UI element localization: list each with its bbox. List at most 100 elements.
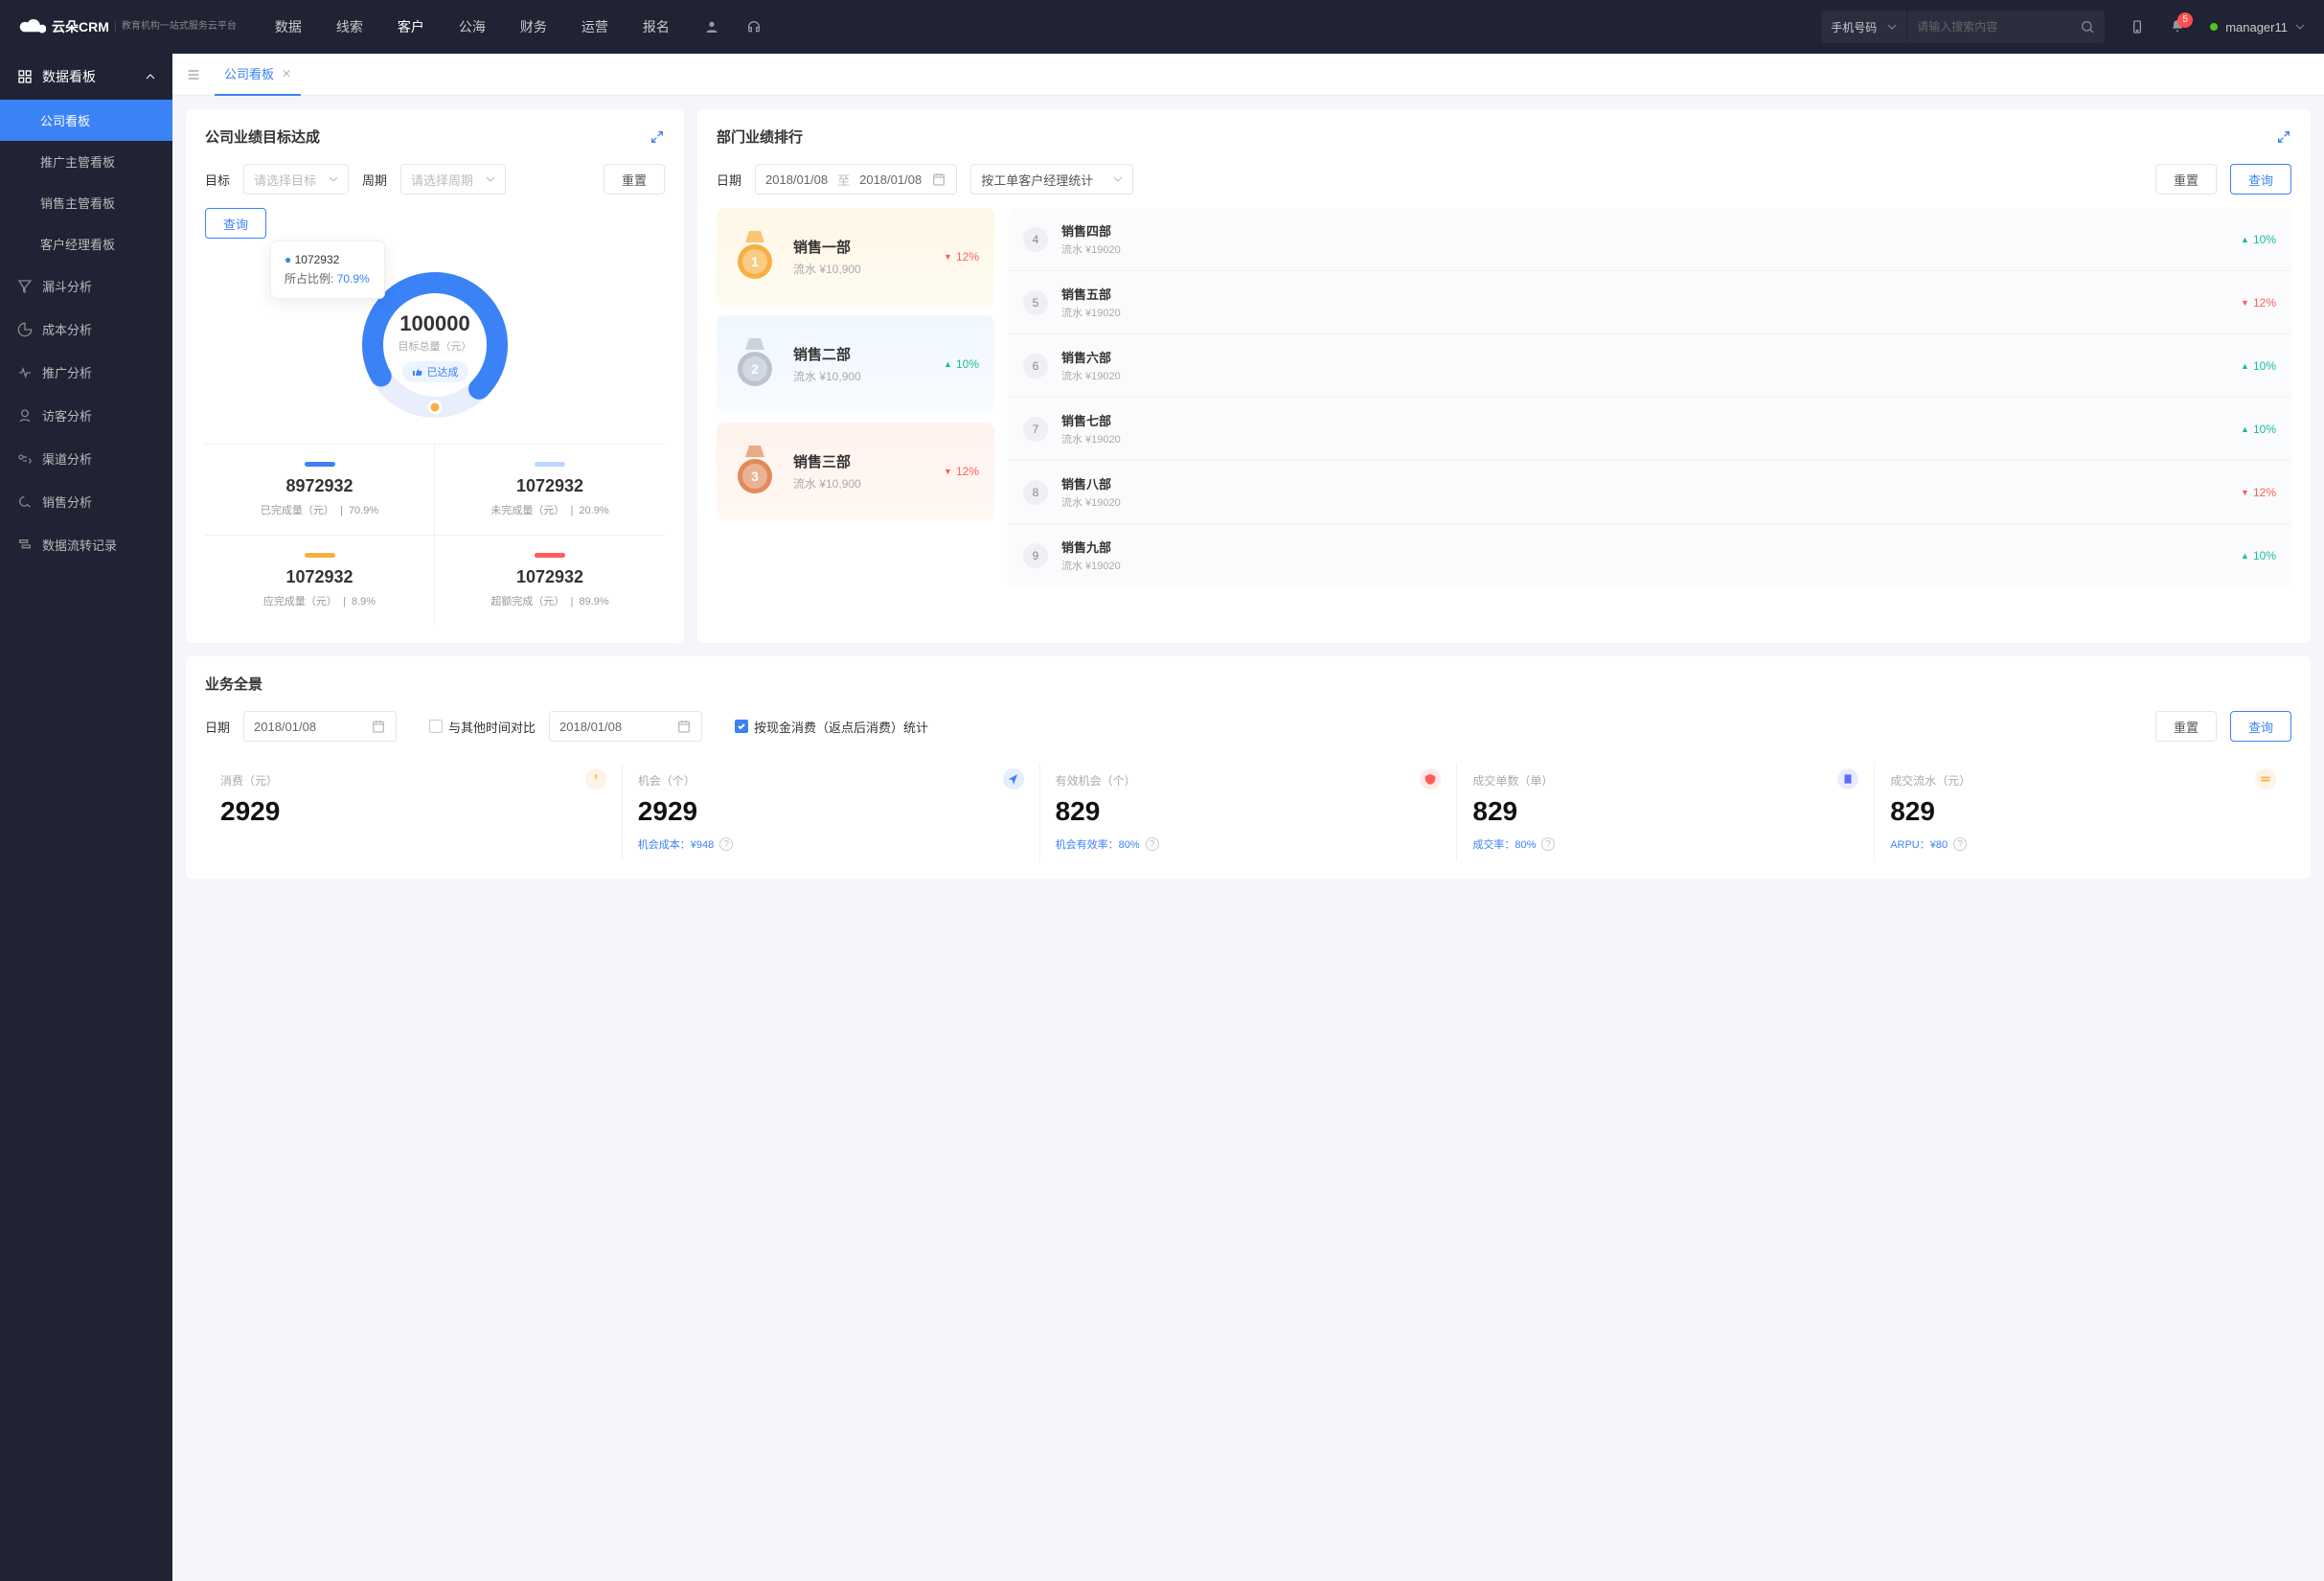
sidebar-node-label: 访客分析 (42, 406, 92, 424)
topnav-公海[interactable]: 公海 (459, 17, 486, 36)
rank-flow: 流水 ¥19020 (1061, 431, 1121, 447)
biz-sub: ARPU：¥80 ? (1890, 836, 2276, 852)
sidebar-node-漏斗分析[interactable]: 漏斗分析 (0, 264, 172, 308)
date-range-input[interactable]: 2018/01/08 至 2018/01/08 (755, 164, 957, 195)
rank-index: 4 (1023, 227, 1048, 252)
rank-row: 5销售五部流水 ¥19020▼12% (1008, 271, 2291, 334)
rank-name: 销售八部 (1061, 474, 1121, 493)
help-icon[interactable]: ? (1541, 837, 1555, 851)
search-input[interactable] (1907, 20, 2070, 34)
sidebar-node-销售分析[interactable]: 销售分析 (0, 480, 172, 523)
sidebar-item-推广主管看板[interactable]: 推广主管看板 (0, 141, 172, 182)
query-button[interactable]: 查询 (205, 208, 266, 239)
cash-checkbox[interactable] (735, 720, 748, 733)
date-from: 2018/01/08 (765, 172, 828, 187)
compare-label: 与其他时间对比 (448, 718, 535, 736)
query-button[interactable]: 查询 (2230, 711, 2291, 742)
tab-company-board[interactable]: 公司看板 ✕ (215, 54, 301, 96)
help-icon[interactable]: ? (719, 837, 733, 851)
rank-row: 7销售七部流水 ¥19020▲10% (1008, 398, 2291, 461)
sidebar-node-推广分析[interactable]: 推广分析 (0, 351, 172, 394)
rank-name: 销售六部 (1061, 348, 1121, 366)
main-area: 公司看板 ✕ 公司业绩目标达成 目标 请选择目标 周期 请选择周期 (172, 54, 2324, 1581)
topnav-运营[interactable]: 运营 (581, 17, 608, 36)
expand-icon[interactable] (2276, 129, 2291, 145)
query-button[interactable]: 查询 (2230, 164, 2291, 195)
chevron-up-icon (146, 72, 155, 81)
card-goal: 公司业绩目标达成 目标 请选择目标 周期 请选择周期 重置 查询 (186, 109, 684, 643)
biz-label: 成交流水（元） (1890, 772, 2276, 789)
topnav-财务[interactable]: 财务 (520, 17, 547, 36)
biz-metric-icon (2255, 768, 2276, 790)
sidebar-group-dashboard[interactable]: 数据看板 (0, 54, 172, 100)
help-icon[interactable]: ? (1953, 837, 1967, 851)
tab-label: 公司看板 (224, 64, 274, 82)
biz-value: 829 (1890, 796, 2276, 827)
user-menu[interactable]: manager11 (2210, 20, 2305, 34)
sidebar-item-客户经理看板[interactable]: 客户经理看板 (0, 223, 172, 264)
svg-text:3: 3 (751, 469, 759, 484)
sidebar-item-公司看板[interactable]: 公司看板 (0, 100, 172, 141)
topnav-数据[interactable]: 数据 (275, 17, 302, 36)
date-input-1[interactable]: 2018/01/08 (243, 711, 397, 742)
topnav-报名[interactable]: 报名 (643, 17, 670, 36)
notifications-button[interactable]: 5 (2170, 18, 2185, 36)
stat-cell: 8972932已完成量（元） | 70.9% (205, 444, 435, 535)
sidebar-node-访客分析[interactable]: 访客分析 (0, 394, 172, 437)
sidebar-node-成本分析[interactable]: 成本分析 (0, 308, 172, 351)
reset-button[interactable]: 重置 (604, 164, 665, 195)
help-icon[interactable]: ? (1146, 837, 1159, 851)
topnav-客户[interactable]: 客户 (398, 17, 424, 36)
rank-flow: 流水 ¥10,900 (793, 368, 861, 384)
search-button[interactable] (2070, 11, 2105, 43)
topnav-线索[interactable]: 线索 (336, 17, 363, 36)
chevron-down-icon (2295, 22, 2305, 32)
biz-label: 机会（个） (638, 772, 1024, 789)
sidebar-item-销售主管看板[interactable]: 销售主管看板 (0, 182, 172, 223)
stat-color-bar (305, 553, 335, 558)
rank-row: 8销售八部流水 ¥19020▼12% (1008, 461, 2291, 524)
sidebar-node-label: 渠道分析 (42, 449, 92, 468)
rank-index: 8 (1023, 480, 1048, 505)
biz-cell: 机会（个）2929机会成本：¥948 ? (623, 763, 1040, 861)
headset-icon[interactable] (746, 19, 762, 34)
close-icon[interactable]: ✕ (282, 67, 291, 80)
sidebar-node-数据流转记录[interactable]: 数据流转记录 (0, 523, 172, 566)
card-goal-title: 公司业绩目标达成 (205, 126, 320, 147)
search-icon (2080, 19, 2095, 34)
rank-index: 9 (1023, 543, 1048, 568)
donut-tooltip: ● 1072932 所占比例: 70.9% (270, 241, 385, 299)
chevron-down-icon (486, 174, 495, 184)
stat-label: 未完成量（元） | 20.9% (435, 502, 665, 517)
user-icon[interactable] (704, 19, 719, 34)
card-rank: 部门业绩排行 日期 2018/01/08 至 2018/01/08 按工单客户经… (697, 109, 2311, 643)
date-input-2[interactable]: 2018/01/08 (549, 711, 702, 742)
biz-value: 829 (1472, 796, 1858, 827)
tooltip-ratio: 70.9% (337, 272, 370, 286)
cash-checkbox-group[interactable]: 按现金消费（返点后消费）统计 (735, 718, 928, 736)
calendar-icon (676, 719, 692, 734)
biz-label: 消费（元） (220, 772, 606, 789)
menu-toggle-icon[interactable] (186, 67, 201, 82)
select-stat-by[interactable]: 按工单客户经理统计 (970, 164, 1133, 195)
select-period[interactable]: 请选择周期 (400, 164, 506, 195)
achieved-badge-label: 已达成 (427, 364, 459, 379)
compare-checkbox[interactable] (429, 720, 443, 733)
select-goal[interactable]: 请选择目标 (243, 164, 349, 195)
search-type-select[interactable]: 手机号码 (1821, 11, 1907, 43)
stat-color-bar (535, 553, 565, 558)
compare-checkbox-group[interactable]: 与其他时间对比 (429, 718, 535, 736)
reset-button[interactable]: 重置 (2155, 711, 2217, 742)
stat-cell: 1072932未完成量（元） | 20.9% (435, 444, 665, 535)
date1-value: 2018/01/08 (254, 720, 316, 734)
nav-icon (17, 538, 33, 553)
mobile-icon[interactable] (2130, 19, 2145, 34)
biz-cell: 消费（元）2929 (205, 763, 623, 861)
reset-button[interactable]: 重置 (2155, 164, 2217, 195)
rank-name: 销售九部 (1061, 538, 1121, 556)
status-dot (2210, 23, 2218, 31)
sidebar-node-渠道分析[interactable]: 渠道分析 (0, 437, 172, 480)
rank-pct: ▲10% (2241, 549, 2276, 562)
expand-icon[interactable] (649, 129, 665, 145)
rank-pct: ▼12% (2241, 486, 2276, 499)
